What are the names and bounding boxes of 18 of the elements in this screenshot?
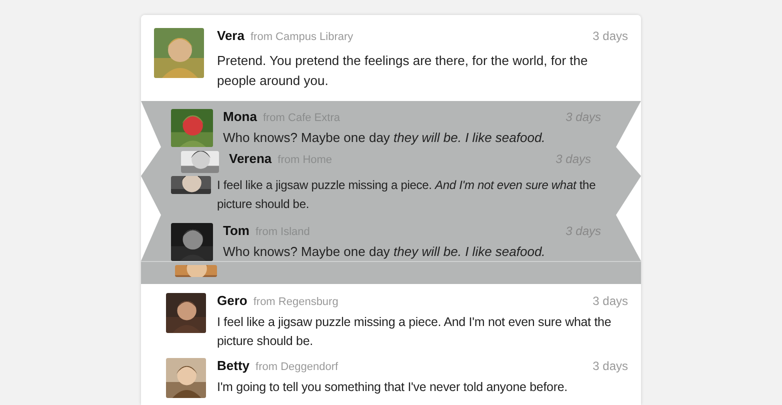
sender-location: from Campus Library (250, 30, 354, 45)
timestamp: 3 days (592, 358, 628, 374)
timestamp: 3 days (592, 28, 628, 44)
sender-location: from Deggendorf (256, 360, 338, 375)
message-text: Who knows? Maybe one day they will be. I like seafood. (223, 129, 546, 147)
message-text: Who knows? Maybe one day they will be. I like seafood. (223, 243, 546, 261)
sender-name: Mona (223, 109, 257, 125)
sender-name: Tom (223, 223, 250, 239)
sender-name: Verena (229, 151, 272, 167)
sender-name: Vera (217, 28, 244, 44)
sender-location: from Regensburg (253, 295, 338, 310)
message-text: Pretend. You pretend the feelings are there, for the world, for the people around you. (217, 52, 589, 90)
message-text: I feel like a jigsaw puzzle missing a piece. And I'm not even sure what the picture should be. (217, 177, 597, 213)
message-text: I'm going to tell you something that I've never told anyone before. (217, 379, 568, 396)
timestamp: 3 days (592, 293, 628, 309)
message-text: I feel like a jigsaw puzzle missing a piece. And I'm not even sure what the picture should be. (217, 314, 612, 350)
sender-name: Betty (217, 358, 250, 374)
sender-name: Gero (217, 293, 248, 309)
